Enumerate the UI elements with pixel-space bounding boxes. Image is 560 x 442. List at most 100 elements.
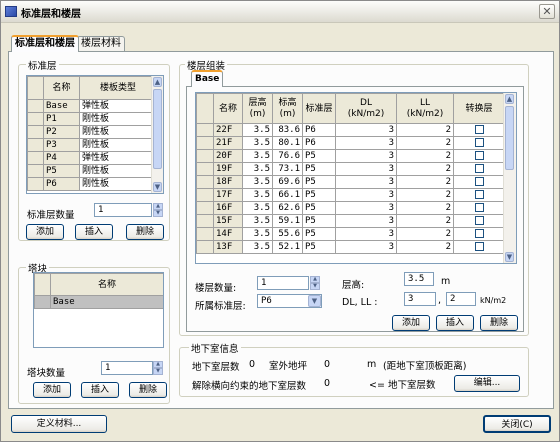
floor-transfer[interactable] xyxy=(453,240,505,254)
table-row[interactable]: 15F 3.5 59.1 P5 3 2 xyxy=(196,214,505,228)
table-row[interactable]: P2 刚性板 xyxy=(27,125,157,139)
floor-transfer[interactable] xyxy=(453,175,505,189)
floor-dl[interactable]: 3 xyxy=(335,149,397,163)
floor-dl[interactable]: 3 xyxy=(335,240,397,254)
table-row[interactable]: 19F 3.5 73.1 P5 3 2 xyxy=(196,162,505,176)
transfer-checkbox[interactable] xyxy=(474,164,484,173)
table-row[interactable]: P6 刚性板 xyxy=(27,177,157,191)
floor-name[interactable]: 18F xyxy=(213,175,243,189)
transfer-checkbox[interactable] xyxy=(474,203,484,212)
table-row[interactable]: 21F 3.5 80.1 P6 3 2 xyxy=(196,136,505,150)
floor-height[interactable]: 3.5 xyxy=(242,123,273,137)
std-floor-name[interactable]: Base xyxy=(43,99,80,113)
transfer-checkbox[interactable] xyxy=(474,177,484,186)
floor-name[interactable]: 14F xyxy=(213,227,243,241)
transfer-checkbox[interactable] xyxy=(474,138,484,147)
floor-insert-button[interactable]: 插入 xyxy=(436,315,474,331)
table-row[interactable]: 22F 3.5 83.6 P6 3 2 xyxy=(196,123,505,137)
floor-std[interactable]: P5 xyxy=(302,201,336,215)
floor-transfer[interactable] xyxy=(453,123,505,137)
floor-elevation[interactable]: 83.6 xyxy=(272,123,303,137)
std-floor-slab-type[interactable]: 弹性板 xyxy=(79,151,157,165)
tower-add-button[interactable]: 添加 xyxy=(33,382,71,398)
floor-name[interactable]: 13F xyxy=(213,240,243,254)
floor-elevation[interactable]: 59.1 xyxy=(272,214,303,228)
floor-ll[interactable]: 2 xyxy=(396,175,454,189)
std-floor-insert-button[interactable]: 插入 xyxy=(75,224,113,240)
floor-delete-button[interactable]: 删除 xyxy=(480,315,518,331)
floor-name[interactable]: 17F xyxy=(213,188,243,202)
table-row[interactable]: 20F 3.5 76.6 P5 3 2 xyxy=(196,149,505,163)
floor-height[interactable]: 3.5 xyxy=(242,227,273,241)
floor-std[interactable]: P5 xyxy=(302,188,336,202)
floor-transfer[interactable] xyxy=(453,188,505,202)
floor-elevation[interactable]: 62.6 xyxy=(272,201,303,215)
floor-std[interactable]: P5 xyxy=(302,227,336,241)
std-floor-slab-type[interactable]: 刚性板 xyxy=(79,112,157,126)
tower-delete-button[interactable]: 删除 xyxy=(129,382,167,398)
floor-height[interactable]: 3.5 xyxy=(242,175,273,189)
floor-table[interactable]: 名称 层高 (m) 标高 (m) 标准层 DL (kN/m2) LL (kN/m… xyxy=(195,92,517,264)
tab-std-floors[interactable]: 标准层和楼层 xyxy=(11,35,79,52)
scroll-down-icon[interactable]: ▼ xyxy=(505,252,514,262)
dl-input[interactable]: 3 xyxy=(404,292,436,306)
table-row[interactable]: 13F 3.5 52.1 P5 3 2 xyxy=(196,240,505,254)
floor-count-input[interactable]: 1 xyxy=(257,276,309,290)
tab-base[interactable]: Base xyxy=(191,70,224,87)
floor-table-scrollbar[interactable]: ▲ ▼ xyxy=(503,93,516,263)
floor-height[interactable]: 3.5 xyxy=(242,136,273,150)
scroll-up-icon[interactable]: ▲ xyxy=(153,77,162,87)
floor-name[interactable]: 16F xyxy=(213,201,243,215)
tab-floor-material[interactable]: 楼层材料 xyxy=(77,36,125,52)
table-row[interactable]: P5 刚性板 xyxy=(27,164,157,178)
floor-dl[interactable]: 3 xyxy=(335,136,397,150)
transfer-checkbox[interactable] xyxy=(474,216,484,225)
floor-ll[interactable]: 2 xyxy=(396,240,454,254)
table-row[interactable]: P1 刚性板 xyxy=(27,112,157,126)
table-row[interactable]: 17F 3.5 66.1 P5 3 2 xyxy=(196,188,505,202)
floor-dl[interactable]: 3 xyxy=(335,162,397,176)
floor-ll[interactable]: 2 xyxy=(396,123,454,137)
floor-transfer[interactable] xyxy=(453,149,505,163)
table-row[interactable]: 18F 3.5 69.6 P5 3 2 xyxy=(196,175,505,189)
std-floor-slab-type[interactable]: 刚性板 xyxy=(79,177,157,191)
std-floor-slab-type[interactable]: 刚性板 xyxy=(79,164,157,178)
floor-transfer[interactable] xyxy=(453,214,505,228)
floor-height[interactable]: 3.5 xyxy=(242,188,273,202)
floor-height[interactable]: 3.5 xyxy=(242,149,273,163)
tower-insert-button[interactable]: 插入 xyxy=(81,382,119,398)
std-floor-name[interactable]: P1 xyxy=(43,112,80,126)
floor-dl[interactable]: 3 xyxy=(335,175,397,189)
floor-elevation[interactable]: 80.1 xyxy=(272,136,303,150)
scroll-up-icon[interactable]: ▲ xyxy=(505,94,514,104)
floor-std[interactable]: P6 xyxy=(302,136,336,150)
table-row[interactable]: 16F 3.5 62.6 P5 3 2 xyxy=(196,201,505,215)
basement-edit-button[interactable]: 编辑... xyxy=(454,375,520,392)
std-floor-name[interactable]: P4 xyxy=(43,151,80,165)
tower-table[interactable]: 名称 Base xyxy=(33,272,164,348)
scroll-thumb[interactable] xyxy=(153,89,162,169)
chevron-down-icon[interactable]: ▼ xyxy=(308,295,321,307)
floor-transfer[interactable] xyxy=(453,227,505,241)
floor-transfer[interactable] xyxy=(453,201,505,215)
close-button[interactable]: 关闭(C) xyxy=(483,415,551,433)
floor-ll[interactable]: 2 xyxy=(396,227,454,241)
floor-dl[interactable]: 3 xyxy=(335,214,397,228)
floor-height[interactable]: 3.5 xyxy=(242,240,273,254)
transfer-checkbox[interactable] xyxy=(474,151,484,160)
floor-elevation[interactable]: 52.1 xyxy=(272,240,303,254)
std-floor-slab-type[interactable]: 刚性板 xyxy=(79,138,157,152)
floor-count-spinner[interactable]: ▲ ▼ xyxy=(310,276,320,290)
floor-ll[interactable]: 2 xyxy=(396,214,454,228)
floor-height[interactable]: 3.5 xyxy=(242,214,273,228)
floor-dl[interactable]: 3 xyxy=(335,123,397,137)
scroll-down-icon[interactable]: ▼ xyxy=(153,182,162,192)
floor-std[interactable]: P5 xyxy=(302,175,336,189)
std-floor-name[interactable]: P2 xyxy=(43,125,80,139)
floor-elevation[interactable]: 73.1 xyxy=(272,162,303,176)
floor-height[interactable]: 3.5 xyxy=(242,201,273,215)
floor-dl[interactable]: 3 xyxy=(335,201,397,215)
scroll-thumb[interactable] xyxy=(505,106,514,170)
std-floor-name[interactable]: P6 xyxy=(43,177,80,191)
floor-name[interactable]: 20F xyxy=(213,149,243,163)
